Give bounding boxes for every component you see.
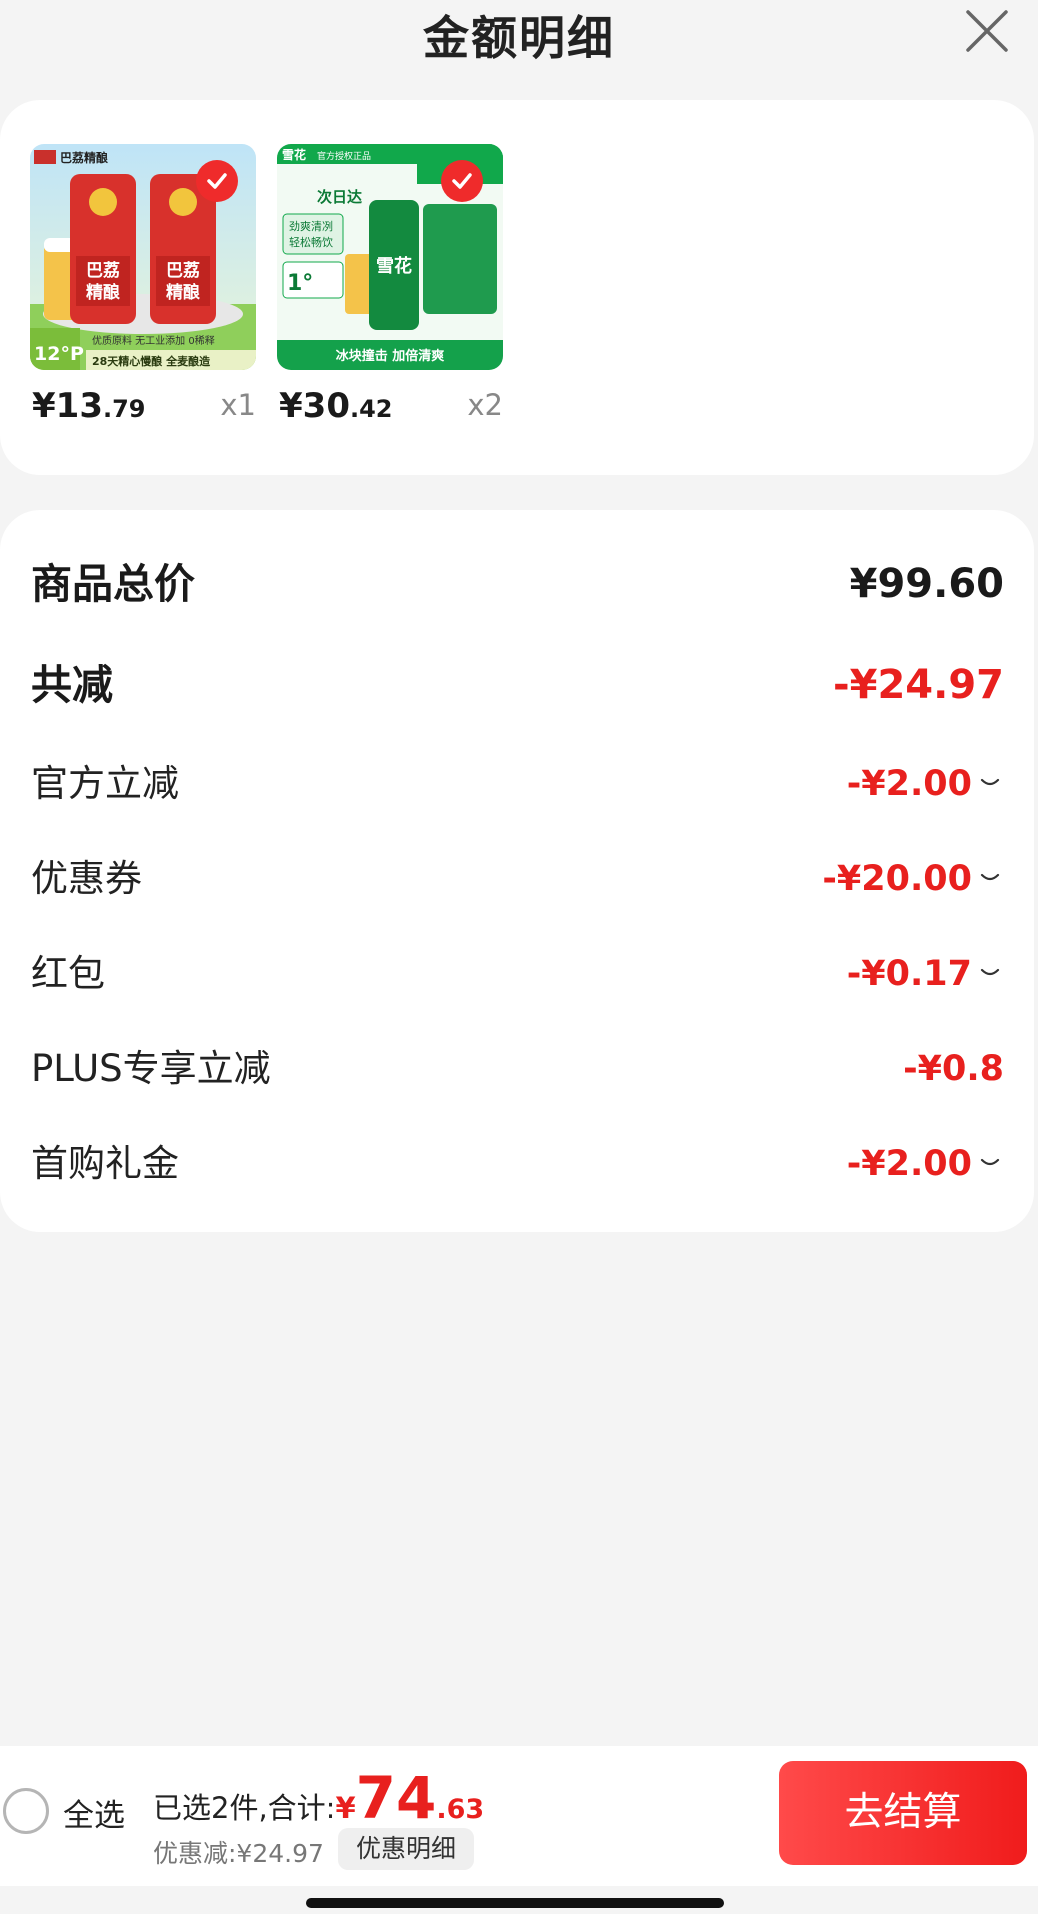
discount-label: PLUS专享立减	[31, 1047, 271, 1090]
brand-label: 巴荔精酿	[60, 150, 108, 165]
product-price: ¥30.42	[279, 386, 393, 426]
total-summary: 已选2件,合计:¥74.63	[153, 1764, 484, 1832]
goods-total-row: 商品总价 ¥99.60	[31, 554, 1004, 614]
selected-check-icon[interactable]	[441, 160, 483, 202]
select-all-label[interactable]: 全选	[63, 1790, 125, 1835]
discount-row-coupon[interactable]: 优惠券 -¥20.00	[31, 849, 1004, 909]
svg-text:次日达: 次日达	[317, 188, 362, 206]
chevron-down-icon[interactable]	[980, 777, 1000, 789]
total-reduce-value: -¥24.97	[833, 662, 1004, 708]
discount-row-first-purchase[interactable]: 首购礼金 -¥2.00	[31, 1134, 1004, 1194]
svg-text:劲爽清冽: 劲爽清冽	[289, 219, 333, 233]
discount-label: 优惠券	[31, 857, 142, 900]
total-integer: 74	[355, 1764, 437, 1832]
svg-text:28天精心慢酿 全麦酿造: 28天精心慢酿 全麦酿造	[92, 354, 211, 368]
product-price: ¥13.79	[32, 386, 146, 426]
goods-total-label: 商品总价	[31, 560, 195, 608]
discount-row-redpacket[interactable]: 红包 -¥0.17	[31, 944, 1004, 1004]
discount-label: 首购礼金	[31, 1142, 179, 1185]
discount-value: -¥0.8	[903, 1049, 1004, 1089]
svg-text:雪花: 雪花	[376, 255, 412, 277]
product-quantity: x1	[220, 388, 256, 422]
discount-row-official[interactable]: 官方立减 -¥2.00	[31, 754, 1004, 814]
goods-total-value: ¥99.60	[849, 561, 1004, 607]
discount-detail-button[interactable]: 优惠明细	[338, 1828, 475, 1870]
total-reduce-row: 共减 -¥24.97	[31, 655, 1004, 715]
svg-text:轻松畅饮: 轻松畅饮	[289, 235, 333, 249]
discount-value: -¥20.00	[822, 849, 1000, 909]
chevron-down-icon[interactable]	[980, 1157, 1000, 1169]
discount-label: 红包	[31, 952, 105, 995]
discount-summary: 优惠减:¥24.97	[153, 1839, 324, 1868]
discount-label: 官方立减	[31, 762, 179, 805]
total-decimal: .63	[436, 1794, 485, 1825]
selected-check-icon[interactable]	[196, 160, 238, 202]
product-quantity: x2	[467, 388, 503, 422]
total-reduce-label: 共减	[31, 661, 113, 709]
selected-count-text: 已选2件,合计:	[153, 1791, 336, 1825]
discount-value: -¥2.00	[847, 754, 1000, 814]
bottom-checkout-bar: 全选 已选2件,合计:¥74.63 优惠减:¥24.97 优惠明细 去结算	[0, 1746, 1038, 1886]
svg-text:精酿: 精酿	[166, 282, 200, 303]
home-indicator[interactable]	[306, 1898, 724, 1908]
discount-value: -¥2.00	[847, 1134, 1000, 1194]
svg-text:优质原料 无工业添加 0稀释: 优质原料 无工业添加 0稀释	[92, 334, 215, 347]
total-currency: ¥	[335, 1791, 356, 1825]
discount-row-plus: PLUS专享立减 -¥0.8	[31, 1039, 1004, 1099]
svg-text:官方授权正品: 官方授权正品	[317, 150, 371, 162]
svg-text:精酿: 精酿	[86, 282, 120, 303]
checkout-button[interactable]: 去结算	[779, 1761, 1027, 1865]
header: 金额明细	[0, 0, 1038, 70]
select-all-radio[interactable]	[3, 1788, 49, 1834]
svg-text:巴荔: 巴荔	[166, 260, 200, 281]
close-icon[interactable]	[962, 6, 1012, 56]
svg-text:12°P: 12°P	[34, 343, 84, 365]
svg-text:雪花: 雪花	[282, 147, 306, 162]
svg-text:巴荔: 巴荔	[86, 260, 120, 281]
chevron-down-icon[interactable]	[980, 967, 1000, 979]
chevron-down-icon[interactable]	[980, 872, 1000, 884]
page-title: 金额明细	[423, 11, 615, 65]
discount-value: -¥0.17	[847, 944, 1000, 1004]
svg-text:冰块撞击 加倍清爽: 冰块撞击 加倍清爽	[336, 348, 445, 364]
svg-text:1°: 1°	[287, 271, 313, 296]
